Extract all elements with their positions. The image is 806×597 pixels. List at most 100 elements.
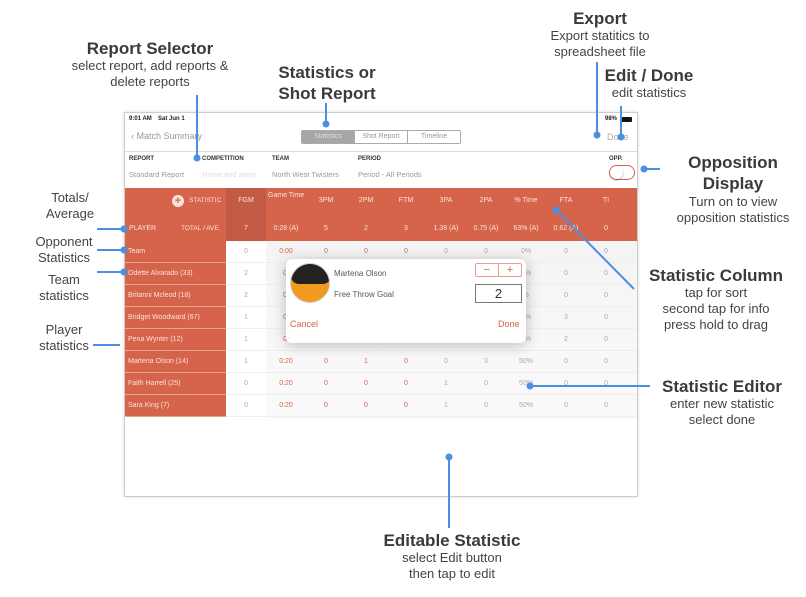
annotation-title: Editable Statistic	[383, 531, 521, 550]
stat-cell[interactable]: 0	[546, 285, 586, 307]
divider	[125, 151, 637, 152]
annotation-text: Totals/	[51, 190, 89, 205]
tab-shot-report[interactable]: Shot Report	[355, 131, 408, 143]
stat-cell[interactable]: 0	[386, 373, 426, 395]
stat-cell[interactable]: 0	[226, 395, 266, 417]
stat-cell[interactable]: 50%	[506, 351, 546, 373]
column-header[interactable]: Game Time	[266, 192, 306, 199]
stat-cell[interactable]: 0	[546, 241, 586, 263]
stat-cell[interactable]: 0	[586, 373, 626, 395]
stat-cell[interactable]: 1	[226, 329, 266, 351]
statistic-value-input[interactable]: 2	[475, 284, 522, 303]
stat-cell[interactable]: 0	[546, 351, 586, 373]
annotation-title: Display	[702, 174, 764, 193]
column-header[interactable]: 3PA	[426, 197, 466, 204]
decrement-button[interactable]: −	[476, 264, 499, 276]
stat-cell[interactable]: 1	[346, 351, 386, 373]
stat-cell[interactable]: 1	[426, 395, 466, 417]
stat-cell[interactable]: 0	[306, 373, 346, 395]
stat-cell[interactable]: 0	[226, 373, 266, 395]
stat-cell[interactable]: 0	[586, 285, 626, 307]
row-name[interactable]: Sara King (7)	[125, 395, 226, 417]
status-date: Sat Jun 1	[158, 116, 185, 122]
row-name[interactable]: Odette Alvarado (33)	[125, 263, 226, 285]
period-selector[interactable]: Period - All Periods	[358, 170, 422, 179]
stat-cell[interactable]: 2	[226, 263, 266, 285]
stat-cell[interactable]: 0	[426, 351, 466, 373]
total-value: 1.38 (A)	[433, 225, 459, 232]
stat-cell[interactable]: 0	[346, 395, 386, 417]
row-name[interactable]: Martena Olson (14)	[125, 351, 226, 373]
column-header[interactable]: 2PM	[346, 197, 386, 204]
back-button[interactable]: ‹ Match Summary	[131, 131, 202, 141]
tab-statistics[interactable]: Statistics	[302, 131, 355, 143]
annotation-stats-or-shot: Statistics or Shot Report	[257, 62, 397, 104]
tab-timeline[interactable]: Timeline	[408, 131, 460, 143]
total-value: 0	[604, 225, 608, 232]
stat-cell[interactable]: 0	[586, 307, 626, 329]
stat-cell[interactable]: 0	[586, 241, 626, 263]
stat-cell[interactable]: 50%	[506, 395, 546, 417]
stat-cell[interactable]: 1	[426, 373, 466, 395]
stat-cell[interactable]: 0	[226, 241, 266, 263]
total-value: 0.75 (A)	[473, 225, 499, 232]
stat-cell[interactable]: 0	[546, 395, 586, 417]
stat-cell[interactable]: 50%	[506, 373, 546, 395]
done-button[interactable]: Done	[607, 132, 629, 142]
stat-cell[interactable]: 0	[346, 373, 386, 395]
add-statistic-icon[interactable]: +	[172, 195, 184, 207]
stat-cell[interactable]: 0	[306, 395, 346, 417]
total-value: 5	[324, 225, 328, 232]
editor-done-button[interactable]: Done	[498, 319, 520, 329]
stat-cell[interactable]: 0	[306, 351, 346, 373]
opposition-toggle[interactable]	[609, 165, 635, 180]
total-value: 0.62 (A)	[553, 225, 579, 232]
stat-cell[interactable]: 0	[586, 395, 626, 417]
stat-cell[interactable]: 0	[586, 263, 626, 285]
column-header[interactable]: TI	[586, 197, 626, 204]
stat-cell[interactable]: 0	[466, 373, 506, 395]
stat-cell[interactable]: 0:20	[266, 351, 306, 373]
stat-cell[interactable]: 2	[546, 329, 586, 351]
stat-cell[interactable]: 0	[386, 351, 426, 373]
column-header[interactable]: FTM	[386, 197, 426, 204]
stat-cell[interactable]: 1	[226, 351, 266, 373]
stat-cell[interactable]: 0	[586, 329, 626, 351]
editor-cancel-button[interactable]: Cancel	[290, 319, 318, 329]
row-name[interactable]: Pena Wynter (12)	[125, 329, 226, 351]
stat-cell[interactable]: 0:20	[266, 395, 306, 417]
row-name[interactable]: Faith Harrell (25)	[125, 373, 226, 395]
filter-label: REPORT	[129, 156, 155, 162]
stat-cell[interactable]: 0	[586, 351, 626, 373]
team-selector[interactable]: North West Twisters	[272, 170, 339, 179]
stat-cell[interactable]: 3	[466, 351, 506, 373]
stat-cell[interactable]: 0	[546, 263, 586, 285]
row-name[interactable]: Britanni Mcleod (18)	[125, 285, 226, 307]
stat-cell[interactable]: 0:20	[266, 373, 306, 395]
total-value: 3	[404, 225, 408, 232]
toggle-knob	[610, 166, 623, 179]
increment-button[interactable]: +	[499, 264, 521, 276]
stat-cell[interactable]: 2	[226, 285, 266, 307]
stat-cell[interactable]: 0	[466, 395, 506, 417]
competition-selector[interactable]: Home and away	[202, 170, 256, 179]
row-name[interactable]: Bridget Woodward (67)	[125, 307, 226, 329]
stat-cell[interactable]: 0	[386, 395, 426, 417]
stat-cell[interactable]: 0	[546, 373, 586, 395]
annotation-title: Statistic Column	[648, 266, 784, 285]
status-battery: 98%	[605, 116, 618, 122]
annotation-text: Player	[45, 322, 83, 337]
stat-cell[interactable]: 3	[546, 307, 586, 329]
row-name[interactable]: Team	[125, 241, 226, 263]
column-header[interactable]: 2PA	[466, 197, 506, 204]
column-header[interactable]: % Time	[506, 197, 546, 204]
report-tabs: Statistics Shot Report Timeline	[301, 130, 461, 144]
column-header[interactable]: FGM	[226, 197, 266, 204]
annotation-text: enter new statistic	[669, 396, 775, 411]
annotation-totals: Totals/ Average	[20, 190, 120, 222]
stat-cell[interactable]: 1	[226, 307, 266, 329]
column-header[interactable]: FTA	[546, 197, 586, 204]
report-selector[interactable]: Standard Report	[129, 170, 184, 179]
column-header[interactable]: 3PM	[306, 197, 346, 204]
total-value: 2	[364, 225, 368, 232]
